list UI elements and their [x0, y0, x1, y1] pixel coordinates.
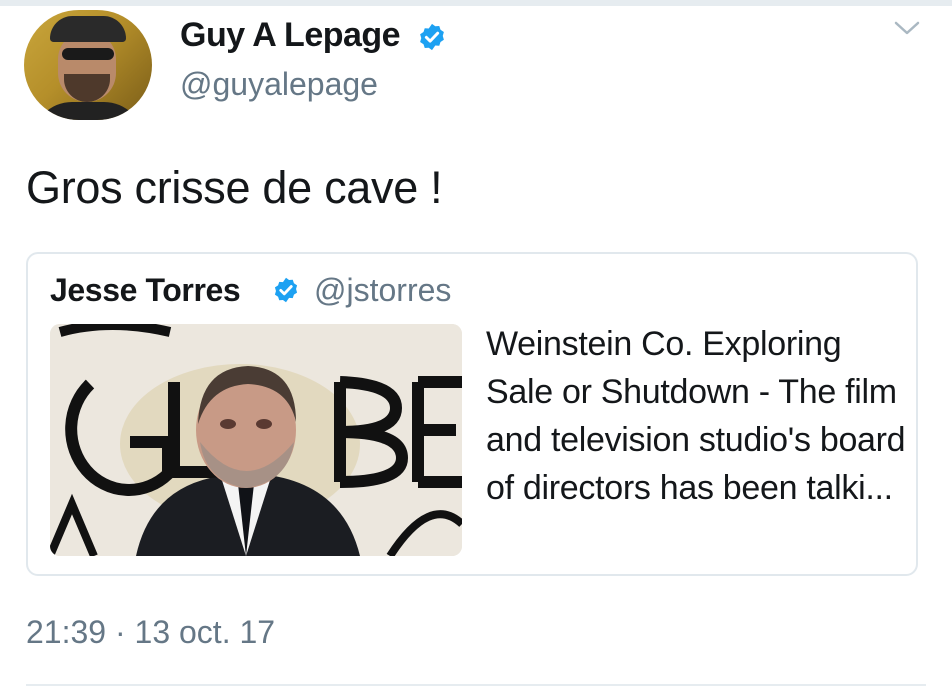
verified-badge-icon: [420, 23, 444, 51]
avatar-cap: [50, 16, 126, 42]
verified-badge-icon: [274, 277, 298, 303]
avatar-shirt: [32, 102, 144, 120]
quoted-author-name[interactable]: Jesse Torres: [50, 272, 241, 309]
quoted-tweet-card[interactable]: Jesse Torres @jstorres Weinstein Co. Exp…: [26, 252, 918, 576]
avatar-beard: [64, 74, 110, 102]
author-name-row[interactable]: Guy A Lepage: [180, 16, 447, 55]
chevron-down-icon[interactable]: [894, 20, 920, 36]
author-name[interactable]: Guy A Lepage: [180, 16, 401, 54]
author-avatar[interactable]: [24, 10, 152, 120]
quoted-tweet-photo[interactable]: [50, 324, 462, 556]
tweet-text: Gros crisse de cave !: [26, 162, 443, 213]
quoted-author-handle[interactable]: @jstorres: [314, 272, 451, 309]
tweet-timestamp[interactable]: 21:39 · 13 oct. 17: [26, 614, 275, 651]
top-divider: [0, 0, 952, 6]
press-photo-illustration: [50, 324, 462, 556]
quoted-tweet-summary: Weinstein Co. Exploring Sale or Shutdown…: [486, 325, 906, 507]
author-handle[interactable]: @guyalepage: [180, 66, 378, 103]
avatar-glasses: [62, 48, 114, 60]
bottom-divider: [26, 684, 926, 686]
